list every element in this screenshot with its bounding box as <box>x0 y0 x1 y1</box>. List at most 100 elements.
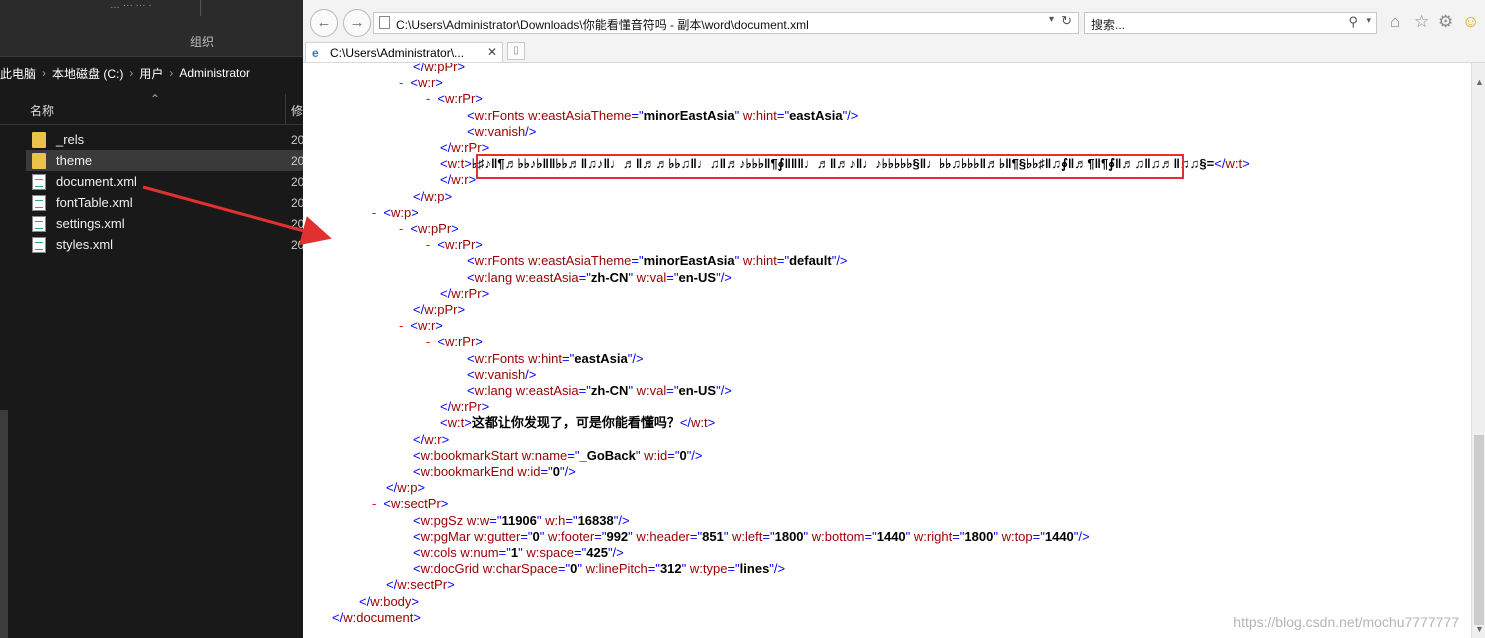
xml-tag: w:lang <box>474 383 516 398</box>
chevron-down-icon[interactable]: ▾ <box>1366 15 1371 26</box>
file-row[interactable]: settings.xml 20 <box>26 213 304 234</box>
address-bar[interactable]: C:\Users\Administrator\Downloads\你能看懂音符吗… <box>373 12 1079 34</box>
gear-icon[interactable]: ⚙ <box>1438 12 1453 32</box>
collapse-toggle[interactable]: - <box>426 237 430 252</box>
tab-title[interactable]: C:\Users\Administrator\... <box>330 46 464 60</box>
breadcrumb-item[interactable]: Administrator <box>179 66 250 80</box>
search-input[interactable]: 搜索... <box>1091 16 1125 33</box>
search-box[interactable]: 搜索... ⚲ ▾ <box>1084 12 1377 34</box>
collapse-toggle[interactable]: - <box>399 75 403 90</box>
smiley-icon[interactable]: ☺ <box>1462 12 1479 32</box>
file-name: _rels <box>56 132 85 147</box>
xml-line: </w:rPr> <box>440 286 489 302</box>
breadcrumb-item[interactable]: 本地磁盘 (C:) <box>52 65 123 82</box>
collapse-toggle[interactable]: - <box>426 334 430 349</box>
file-row[interactable]: fontTable.xml 20 <box>26 192 304 213</box>
xml-attr: w:h <box>545 512 566 528</box>
xml-punct: </ <box>679 415 692 431</box>
tab-document[interactable]: e C:\Users\Administrator\... ✕ <box>305 42 503 62</box>
breadcrumb-item[interactable]: 用户 <box>139 65 163 82</box>
xml-punct: =" <box>776 107 790 123</box>
back-icon[interactable]: ← <box>310 9 338 37</box>
home-icon[interactable]: ⌂ <box>1390 12 1400 32</box>
file-name: fontTable.xml <box>56 195 133 210</box>
xml-punct: < <box>467 107 475 123</box>
xml-tag: w:body <box>370 593 412 609</box>
xml-punct: =" <box>727 561 740 577</box>
xml-punct: =" <box>1032 528 1045 544</box>
xml-attr: w:gutter <box>474 528 521 544</box>
file-name: settings.xml <box>56 216 125 231</box>
file-row[interactable]: styles.xml 20 <box>26 234 304 255</box>
xml-punct: </ <box>386 480 398 496</box>
scroll-thumb[interactable] <box>1474 435 1484 625</box>
collapse-toggle[interactable]: - <box>399 318 403 333</box>
address-text[interactable]: C:\Users\Administrator\Downloads\你能看懂音符吗… <box>396 16 809 33</box>
file-row[interactable]: theme 20 <box>26 150 304 171</box>
xml-punct: < <box>437 334 445 350</box>
xml-punct: =" <box>631 253 644 269</box>
xml-punct: " <box>635 447 645 463</box>
xml-punct: </ <box>440 172 452 188</box>
xml-tag: w:pPr <box>424 302 458 317</box>
xml-attr: w:right <box>913 528 953 544</box>
file-row[interactable]: document.xml 20 <box>26 171 304 192</box>
xml-punct: =" <box>631 107 644 123</box>
xml-punct: < <box>467 366 475 382</box>
vertical-scrollbar[interactable]: ▲ ▼ <box>1471 63 1485 638</box>
xml-punct: " <box>577 561 586 577</box>
chevron-right-icon[interactable]: › <box>42 66 46 80</box>
file-row[interactable]: _rels 20 <box>26 129 304 150</box>
breadcrumb[interactable]: 此电脑 › 本地磁盘 (C:) › 用户 › Administrator <box>0 60 303 86</box>
refresh-icon[interactable]: ↻ <box>1061 13 1072 29</box>
xml-line: <w:pgSz w:w="11906" w:h="16838"/> <box>413 513 630 529</box>
folder-icon <box>32 131 46 148</box>
xml-punct: > <box>475 237 483 253</box>
xml-punct: </ <box>332 609 344 625</box>
collapse-toggle[interactable]: - <box>372 496 376 511</box>
chevron-right-icon[interactable]: › <box>169 66 173 80</box>
xml-value: 1440 <box>1044 528 1074 544</box>
xml-punct: > <box>417 480 426 496</box>
xml-value: lines <box>739 561 770 577</box>
xml-punct: > <box>475 91 483 107</box>
xml-punct: =" <box>567 447 580 463</box>
scroll-up-icon[interactable]: ▲ <box>1475 77 1484 87</box>
scroll-down-icon[interactable]: ▼ <box>1475 624 1484 634</box>
collapse-toggle[interactable]: - <box>372 205 376 220</box>
close-icon[interactable]: ✕ <box>487 45 497 59</box>
xml-punct: " <box>734 107 743 123</box>
xml-attr: w:bottom <box>811 528 865 544</box>
xml-line: <w:docGrid w:charSpace="0" w:linePitch="… <box>413 561 785 577</box>
xml-punct: " <box>723 528 733 544</box>
column-name[interactable]: 名称 <box>30 102 54 119</box>
xml-attr: w:hint <box>528 350 563 366</box>
column-divider[interactable] <box>285 94 286 124</box>
xml-punct: < <box>467 269 475 285</box>
chevron-right-icon[interactable]: › <box>129 66 133 80</box>
forward-icon[interactable]: → <box>343 9 371 37</box>
xml-punct: < <box>413 464 421 479</box>
new-tab-icon[interactable]: ▯ <box>507 42 525 60</box>
collapse-toggle[interactable]: - <box>399 221 403 236</box>
xml-value: en-US <box>678 383 717 398</box>
explorer-scrollbar[interactable] <box>0 410 8 638</box>
xml-punct: </ <box>413 302 425 317</box>
breadcrumb-item[interactable]: 此电脑 <box>0 65 36 82</box>
star-icon[interactable]: ☆ <box>1414 12 1429 32</box>
xml-line: - <w:rPr> <box>426 91 483 107</box>
chevron-down-icon[interactable]: ▾ <box>1049 14 1054 25</box>
collapse-toggle[interactable]: - <box>426 91 430 106</box>
xml-punct: "/> <box>842 107 859 123</box>
xml-punct: < <box>467 123 475 139</box>
xml-punct: < <box>467 383 475 398</box>
xml-attr: w:id <box>517 464 541 479</box>
column-modified[interactable]: 修 <box>291 102 303 119</box>
xml-line: </w:body> <box>359 594 419 610</box>
xml-attr: w:type <box>689 561 728 577</box>
xml-punct: </ <box>413 63 425 74</box>
xml-punct: > <box>451 221 459 236</box>
search-icon[interactable]: ⚲ <box>1348 14 1358 30</box>
xml-punct: < <box>383 204 391 220</box>
xml-line: <w:rFonts w:eastAsiaTheme="minorEastAsia… <box>467 108 858 124</box>
